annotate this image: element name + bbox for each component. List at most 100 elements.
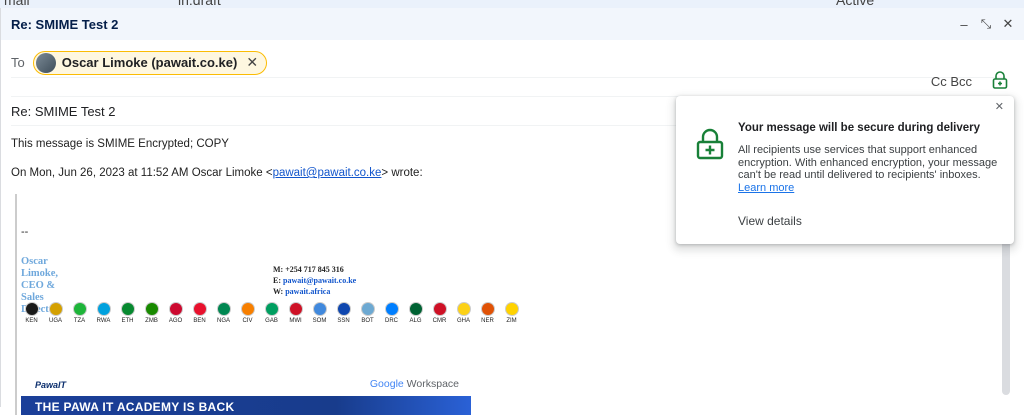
flag-zmb: ZMB: [141, 302, 162, 324]
quote-bar: [15, 194, 17, 415]
close-popup-icon[interactable]: ✕: [995, 100, 1004, 113]
compose-title: Re: SMIME Test 2: [11, 16, 119, 32]
compose-header[interactable]: Re: SMIME Test 2 – ⤡ ✕: [1, 8, 1024, 40]
signature-email-link[interactable]: pawait@pawait.co.ke: [283, 276, 356, 285]
google-workspace-logo: Google Workspace: [369, 378, 459, 390]
flag-cmr: CMR: [429, 302, 450, 324]
signature-web-link[interactable]: pawait.africa: [285, 287, 330, 296]
flag-icon: [144, 302, 159, 316]
flag-code: DRC: [385, 318, 398, 324]
flag-code: RWA: [96, 318, 111, 324]
flag-code: UGA: [48, 318, 62, 324]
flag-icon: [504, 302, 519, 316]
signature: -- Oscar Limoke, CEO & Sales Director M:…: [21, 226, 519, 415]
flag-icon: [360, 302, 375, 316]
flag-code: ZIM: [506, 318, 517, 324]
exit-fullscreen-icon[interactable]: ⤡: [980, 16, 992, 32]
to-field[interactable]: To Oscar Limoke (pawait.co.ke) ✕: [11, 48, 1006, 78]
flag-icon: [456, 302, 471, 316]
flag-icon: [240, 302, 255, 316]
flag-ago: AGO: [165, 302, 186, 324]
flag-tza: TZA: [69, 302, 90, 324]
flag-icon: [216, 302, 231, 316]
recipient-name: Oscar Limoke (pawait.co.ke): [61, 55, 238, 70]
search-query-fragment: in:draft: [178, 0, 221, 8]
subject-value: Re: SMIME Test 2: [11, 103, 116, 119]
flag-icon: [96, 302, 111, 316]
flag-icon: [312, 302, 327, 316]
flag-icon: [24, 302, 39, 316]
flag-uga: UGA: [45, 302, 66, 324]
gmail-background-bar: mail in:draft Active: [0, 0, 1024, 8]
flag-code: ETH: [121, 318, 134, 324]
flag-rwa: RWA: [93, 302, 114, 324]
flag-code: SSN: [337, 318, 350, 324]
learn-more-link[interactable]: Learn more: [738, 182, 794, 194]
flag-code: CIV: [242, 318, 253, 324]
flag-icon: [192, 302, 207, 316]
signature-mobile: M: +254 717 845 316: [273, 265, 344, 274]
flag-nga: NGA: [213, 302, 234, 324]
flag-icon: [408, 302, 423, 316]
academy-banner: PawaIT Google Workspace THE PAWA IT ACAD…: [21, 374, 471, 415]
flag-gha: GHA: [453, 302, 474, 324]
status-fragment: Active: [836, 0, 875, 8]
avatar: [35, 52, 56, 73]
to-label: To: [11, 55, 25, 70]
flag-bot: BOT: [357, 302, 378, 324]
flag-civ: CIV: [237, 302, 258, 324]
signature-name: Oscar Limoke,: [21, 256, 59, 279]
view-details-link[interactable]: View details: [738, 214, 802, 228]
flag-ner: NER: [477, 302, 498, 324]
flag-icon: [120, 302, 135, 316]
flag-icon: [264, 302, 279, 316]
flag-code: KEN: [25, 318, 38, 324]
flag-code: MWI: [289, 318, 302, 324]
flag-code: SOM: [312, 318, 327, 324]
flag-gab: GAB: [261, 302, 282, 324]
flag-code: GAB: [265, 318, 278, 324]
flag-zim: ZIM: [501, 302, 522, 324]
recipient-chip[interactable]: Oscar Limoke (pawait.co.ke) ✕: [32, 50, 268, 75]
popup-title: Your message will be secure during deliv…: [738, 122, 981, 134]
flag-icon: [480, 302, 495, 316]
encryption-info-popup: ✕ Your message will be secure during del…: [676, 96, 1014, 244]
flag-code: GHA: [456, 318, 470, 324]
flag-icon: [168, 302, 183, 316]
remove-recipient-icon[interactable]: ✕: [246, 54, 258, 71]
close-icon[interactable]: ✕: [1002, 16, 1014, 32]
flag-drc: DRC: [381, 302, 402, 324]
flag-icon: [288, 302, 303, 316]
banner-headline: THE PAWA IT ACADEMY IS BACK: [21, 396, 471, 415]
flag-icon: [336, 302, 351, 316]
minimize-icon[interactable]: –: [958, 17, 970, 32]
flag-ben: BEN: [189, 302, 210, 324]
flag-icon: [48, 302, 63, 316]
flag-code: NER: [481, 318, 494, 324]
signature-contact: M: +254 717 845 316 E: pawait@pawait.co.…: [273, 265, 357, 296]
flag-icon: [384, 302, 399, 316]
cc-bcc-link[interactable]: Cc Bcc: [931, 74, 972, 89]
country-flags: KEN UGA TZA RWA ETH ZMB AGO BEN NGA CIV GAB MWI SOM S…: [21, 302, 522, 324]
flag-icon: [432, 302, 447, 316]
flag-mwi: MWI: [285, 302, 306, 324]
flag-code: ALG: [409, 318, 422, 324]
flag-code: AGO: [168, 318, 183, 324]
flag-code: ZMB: [145, 318, 158, 324]
flag-code: BOT: [361, 318, 374, 324]
flag-icon: [72, 302, 87, 316]
flag-ken: KEN: [21, 302, 42, 324]
flag-code: CMR: [432, 318, 447, 324]
flag-eth: ETH: [117, 302, 138, 324]
flag-code: TZA: [73, 318, 86, 324]
flag-code: BEN: [193, 318, 206, 324]
secure-lock-icon: [696, 128, 724, 160]
quote-email-link[interactable]: pawait@pawait.co.ke: [273, 167, 382, 179]
encryption-lock-icon[interactable]: [992, 71, 1008, 89]
app-name-fragment: mail: [4, 0, 30, 8]
popup-text: All recipients use services that support…: [738, 144, 998, 194]
pawait-logo: PawaIT: [35, 380, 67, 390]
flag-code: NGA: [216, 318, 230, 324]
flag-ssn: SSN: [333, 302, 354, 324]
flag-alg: ALG: [405, 302, 426, 324]
